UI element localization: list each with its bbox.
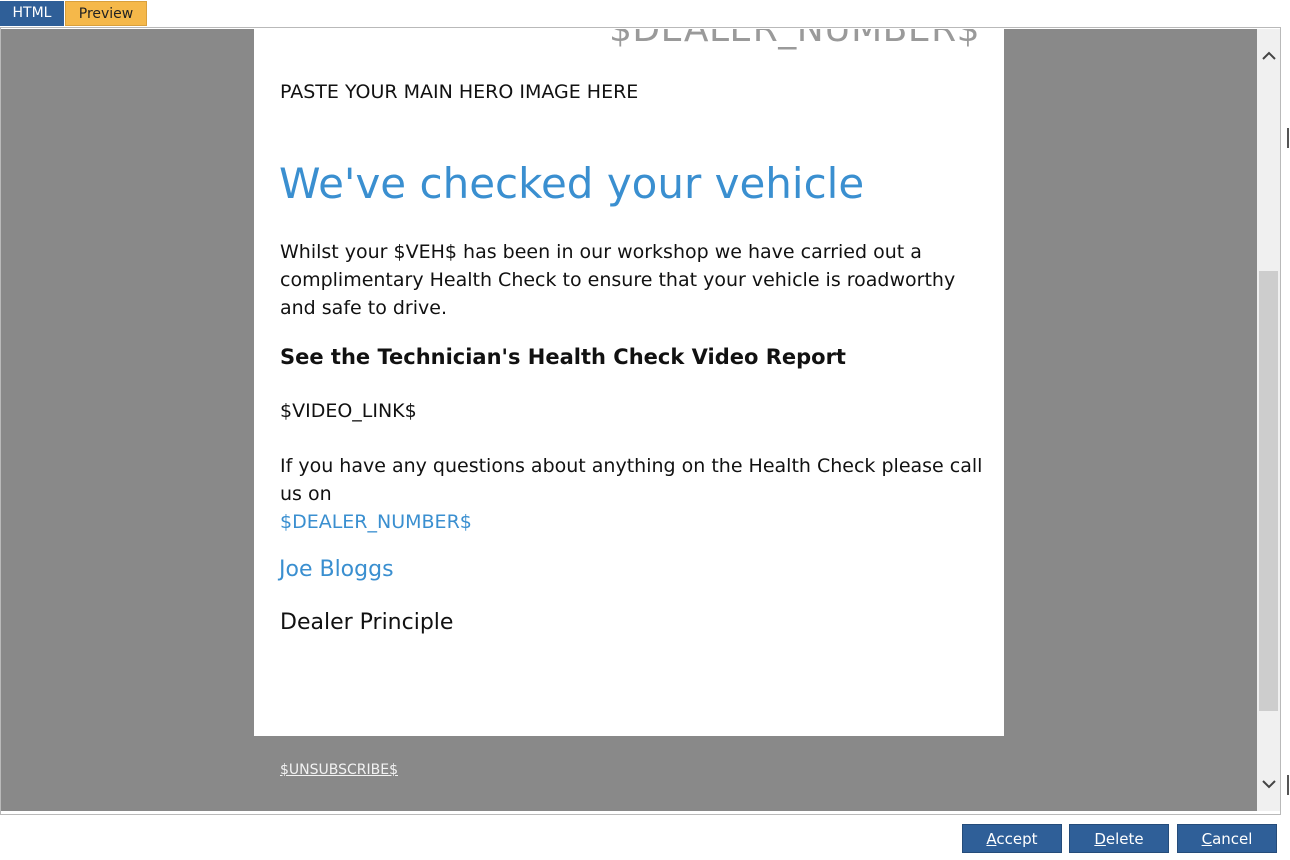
tab-preview[interactable]: Preview [65, 1, 147, 26]
email-headline: We've checked your vehicle [279, 159, 865, 208]
delete-label: elete [1105, 830, 1144, 848]
header-dealer-number: $DEALER_NUMBER$ [608, 29, 980, 50]
questions-paragraph: If you have any questions about anything… [280, 452, 992, 536]
preview-frame: $DEALER_NUMBER$ PASTE YOUR MAIN HERO IMA… [0, 27, 1281, 815]
delete-mnemonic: D [1094, 830, 1106, 848]
scroll-thumb[interactable] [1259, 271, 1278, 711]
accept-label: ccept [996, 830, 1038, 848]
video-report-heading: See the Technician's Health Check Video … [280, 345, 846, 369]
dealer-number-link[interactable]: $DEALER_NUMBER$ [280, 511, 472, 533]
unsubscribe-link[interactable]: $UNSUBSCRIBE$ [280, 762, 398, 778]
vertical-scrollbar[interactable] [1257, 29, 1280, 811]
signature-name: Joe Bloggs [279, 557, 394, 582]
delete-button[interactable]: Delete [1069, 824, 1169, 853]
tab-html[interactable]: HTML [0, 1, 64, 26]
edge-marker [1287, 128, 1289, 148]
video-link[interactable]: $VIDEO_LINK$ [280, 400, 417, 422]
accept-mnemonic: A [986, 830, 997, 848]
cancel-button[interactable]: Cancel [1177, 824, 1277, 853]
edge-marker [1287, 775, 1289, 795]
cancel-mnemonic: C [1201, 830, 1213, 848]
signature-role: Dealer Principle [280, 610, 454, 635]
accept-button[interactable]: Accept [962, 824, 1062, 853]
email-body: $DEALER_NUMBER$ PASTE YOUR MAIN HERO IMA… [254, 29, 1004, 736]
preview-viewport: $DEALER_NUMBER$ PASTE YOUR MAIN HERO IMA… [1, 29, 1257, 811]
cancel-label: ancel [1212, 830, 1253, 848]
intro-paragraph: Whilst your $VEH$ has been in our worksh… [280, 241, 956, 319]
chevron-up-icon[interactable] [1257, 41, 1280, 71]
questions-text: If you have any questions about anything… [280, 455, 983, 505]
tab-bar: HTML Preview [0, 0, 1290, 27]
hero-image-placeholder: PASTE YOUR MAIN HERO IMAGE HERE [280, 81, 639, 103]
chevron-down-icon[interactable] [1257, 769, 1280, 799]
